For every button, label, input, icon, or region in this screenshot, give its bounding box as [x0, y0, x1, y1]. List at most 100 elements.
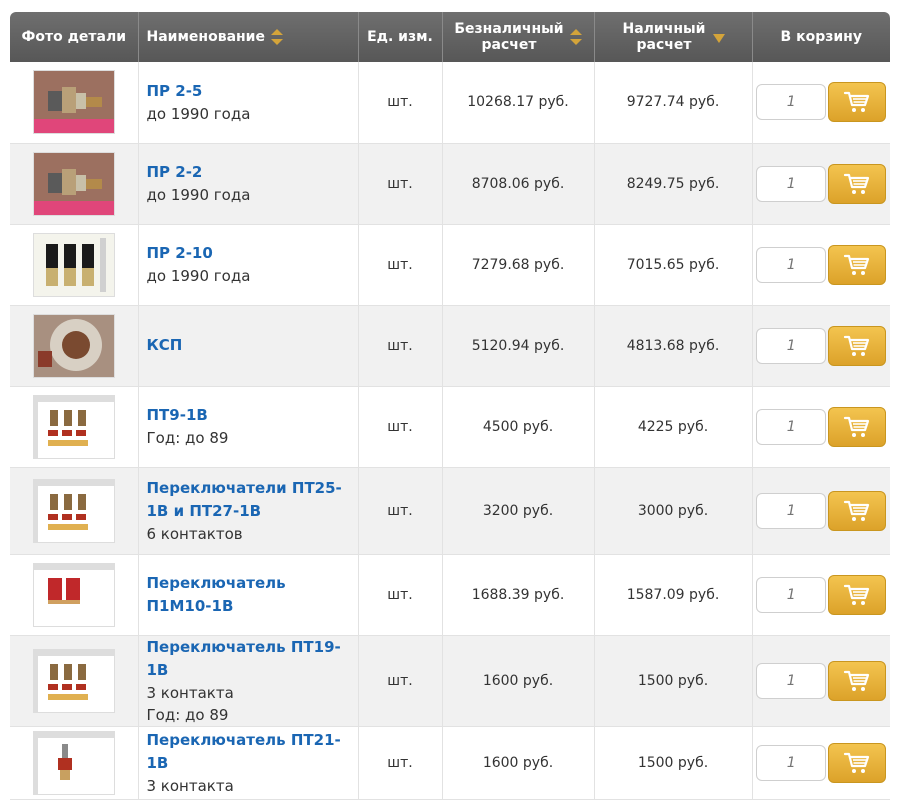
- table-row: Переключатели ПТ25-1В и ПТ27-1В 6 контакт…: [10, 467, 890, 555]
- table-row: КСП шт. 5120.94 руб. 4813.68 руб.: [10, 305, 890, 387]
- col-unit-header: Ед. изм.: [358, 12, 443, 62]
- col-cashless-label: Безналичный расчет: [454, 21, 564, 53]
- add-to-cart-button[interactable]: [828, 574, 887, 615]
- product-name-link[interactable]: ПР 2-5: [147, 82, 203, 100]
- product-name-link[interactable]: Переключатель ПТ21-1В: [147, 731, 341, 772]
- product-name-link[interactable]: ПР 2-10: [147, 244, 213, 262]
- part-photo[interactable]: [32, 232, 115, 297]
- product-table: Фото детали Наименование Ед. изм. Безнал…: [10, 12, 890, 800]
- part-photo[interactable]: [32, 648, 115, 713]
- sort-icon[interactable]: [570, 29, 582, 45]
- cashless-price: 3200 руб.: [442, 467, 595, 555]
- add-to-cart-button[interactable]: [828, 82, 887, 123]
- product-detail: Год: до 89: [146, 429, 229, 447]
- cashless-price: 8708.06 руб.: [442, 143, 595, 225]
- part-photo[interactable]: [32, 478, 115, 543]
- name-cell: Переключатели ПТ25-1В и ПТ27-1В 6 контакт…: [138, 467, 359, 555]
- photo-cell: [10, 726, 139, 800]
- part-photo[interactable]: [32, 70, 115, 135]
- product-name-link[interactable]: Переключатель П1М10-1В: [147, 574, 286, 615]
- cash-price: 4813.68 руб.: [594, 305, 753, 387]
- cashless-price: 4500 руб.: [442, 386, 595, 468]
- part-photo[interactable]: [32, 730, 115, 795]
- col-cart-label: В корзину: [780, 29, 862, 45]
- col-cash-header[interactable]: Наличный расчет: [594, 12, 753, 62]
- quantity-input[interactable]: [756, 576, 827, 613]
- cart-cell: [752, 726, 890, 800]
- add-to-cart-button[interactable]: [828, 406, 887, 447]
- cash-price: 1500 руб.: [594, 635, 753, 727]
- photo-cell: [10, 143, 139, 225]
- part-photo[interactable]: [32, 313, 115, 378]
- cart-icon: [844, 500, 870, 521]
- product-detail: 3 контакта: [146, 683, 234, 702]
- quantity-input[interactable]: [756, 408, 827, 445]
- product-name-link[interactable]: ПР 2-2: [147, 163, 203, 181]
- add-to-cart-button[interactable]: [828, 244, 887, 285]
- product-detail: до 1990 года: [146, 186, 251, 204]
- photo-cell: [10, 467, 139, 555]
- cart-icon: [844, 416, 870, 437]
- quantity-input[interactable]: [756, 327, 827, 364]
- unit-cell: шт.: [358, 635, 443, 727]
- quantity-input[interactable]: [756, 84, 827, 121]
- cart-cell: [752, 143, 890, 225]
- product-name-link[interactable]: Переключатель ПТ19-1В: [147, 638, 341, 679]
- add-to-cart-button[interactable]: [828, 325, 887, 366]
- cart-cell: [752, 635, 890, 727]
- product-name-link[interactable]: Переключатели ПТ25-1В и ПТ27-1В: [147, 479, 342, 520]
- name-cell: ПТ9-1В Год: до 89: [138, 386, 359, 468]
- table-row: ПР 2-5 до 1990 года шт. 10268.17 руб. 9727.7…: [10, 62, 890, 144]
- col-photo-header: Фото детали: [10, 12, 139, 62]
- cart-icon: [844, 752, 870, 773]
- cart-icon: [844, 92, 870, 113]
- cash-price: 1587.09 руб.: [594, 554, 753, 636]
- unit-cell: шт.: [358, 305, 443, 387]
- unit-cell: шт.: [358, 62, 443, 144]
- product-detail: Год: до 89: [146, 705, 229, 724]
- cart-cell: [752, 554, 890, 636]
- product-detail: до 1990 года: [146, 267, 251, 285]
- add-to-cart-button[interactable]: [828, 742, 887, 783]
- add-to-cart-button[interactable]: [828, 490, 887, 531]
- col-name-label: Наименование: [146, 29, 266, 45]
- quantity-input[interactable]: [756, 165, 827, 202]
- part-photo[interactable]: [32, 394, 115, 459]
- quantity-input[interactable]: [756, 744, 827, 781]
- cart-icon: [844, 670, 870, 691]
- cart-cell: [752, 467, 890, 555]
- cart-cell: [752, 62, 890, 144]
- table-row: Переключатель П1М10-1В шт. 1688.39 руб. 158…: [10, 554, 890, 636]
- photo-cell: [10, 386, 139, 468]
- col-unit-label: Ед. изм.: [367, 29, 433, 45]
- cash-price: 4225 руб.: [594, 386, 753, 468]
- cart-cell: [752, 224, 890, 306]
- col-cart-header: В корзину: [752, 12, 890, 62]
- add-to-cart-button[interactable]: [828, 660, 887, 701]
- col-photo-label: Фото детали: [21, 29, 127, 45]
- name-cell: Переключатель ПТ21-1В 3 контакта: [138, 726, 359, 800]
- unit-cell: шт.: [358, 467, 443, 555]
- name-cell: Переключатель ПТ19-1В 3 контакта Год: до 8…: [138, 635, 359, 727]
- col-cashless-header[interactable]: Безналичный расчет: [442, 12, 595, 62]
- sort-icon[interactable]: [271, 29, 283, 45]
- table-row: ПР 2-2 до 1990 года шт. 8708.06 руб. 8249.75…: [10, 143, 890, 225]
- part-photo[interactable]: [32, 562, 115, 627]
- product-name-link[interactable]: ПТ9-1В: [147, 406, 208, 424]
- name-cell: Переключатель П1М10-1В: [138, 554, 359, 636]
- photo-cell: [10, 554, 139, 636]
- table-row: Переключатель ПТ19-1В 3 контакта Год: до 8…: [10, 635, 890, 727]
- part-photo[interactable]: [32, 151, 115, 216]
- cart-icon: [844, 254, 870, 275]
- sort-desc-icon[interactable]: [713, 33, 725, 43]
- quantity-input[interactable]: [756, 662, 827, 699]
- product-name-link[interactable]: КСП: [147, 336, 183, 354]
- unit-cell: шт.: [358, 143, 443, 225]
- quantity-input[interactable]: [756, 246, 827, 283]
- quantity-input[interactable]: [756, 492, 827, 529]
- photo-cell: [10, 62, 139, 144]
- unit-cell: шт.: [358, 726, 443, 800]
- cashless-price: 1600 руб.: [442, 726, 595, 800]
- add-to-cart-button[interactable]: [828, 163, 887, 204]
- col-name-header[interactable]: Наименование: [138, 12, 359, 62]
